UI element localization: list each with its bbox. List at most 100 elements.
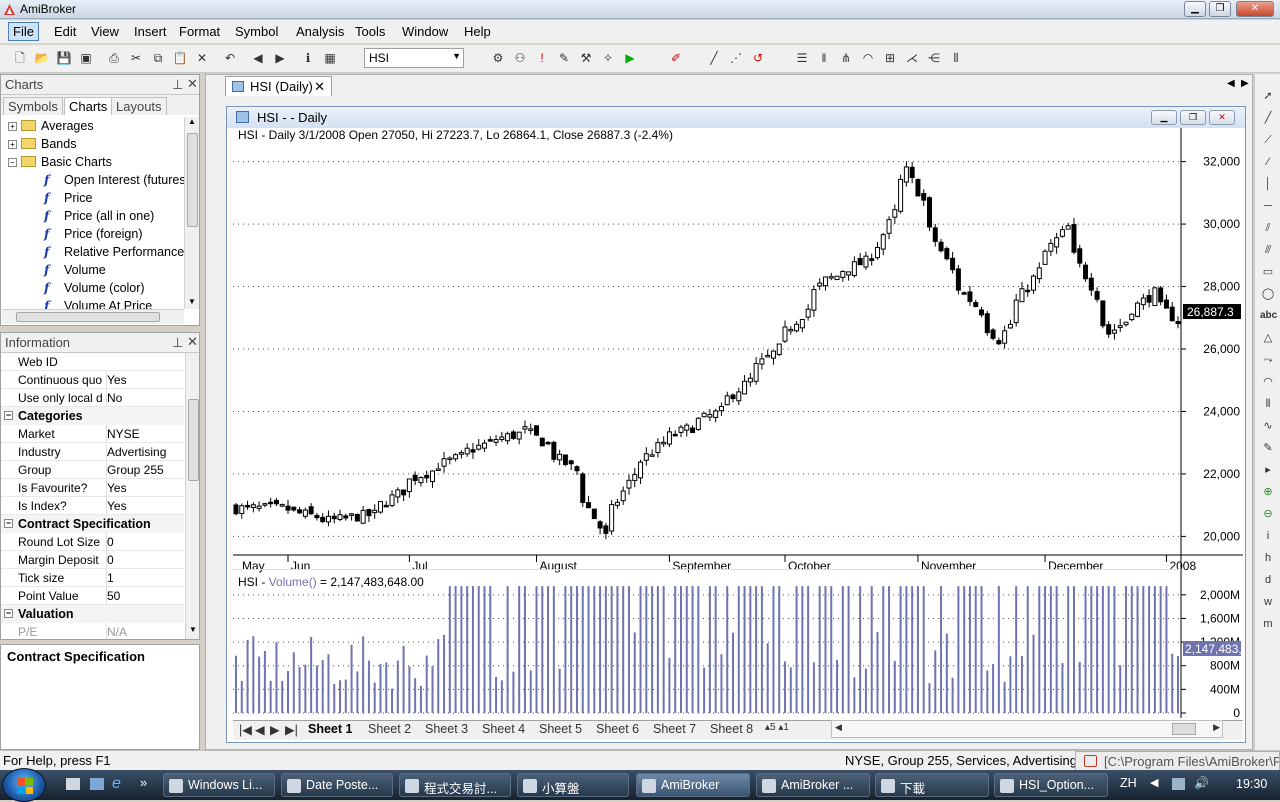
- document-tab[interactable]: HSI (Daily) ✕: [225, 76, 332, 96]
- parallel-lines-icon[interactable]: ⫽: [1260, 220, 1276, 236]
- collapse-icon[interactable]: −: [4, 519, 13, 528]
- property-row[interactable]: Group Group 255: [1, 461, 184, 479]
- sheet-tab[interactable]: Sheet 1: [308, 722, 352, 736]
- tree-scrollbar[interactable]: ▲ ▼: [184, 117, 199, 309]
- tray-expand-icon[interactable]: ◀: [1150, 776, 1158, 789]
- close-pane-icon[interactable]: ✕: [187, 76, 198, 92]
- taskbar-button[interactable]: AmiBroker ...: [756, 773, 870, 797]
- taskbar-button[interactable]: 小算盤: [517, 773, 629, 797]
- grid-icon[interactable]: ⊞: [882, 50, 898, 66]
- horizontal-line-icon[interactable]: ─: [1260, 198, 1276, 214]
- run-icon[interactable]: ▶: [622, 50, 638, 66]
- gann-icon[interactable]: ⋌: [904, 50, 920, 66]
- arc-icon[interactable]: ◠: [860, 50, 876, 66]
- property-row[interactable]: Continuous quo Yes: [1, 371, 184, 389]
- ie-icon[interactable]: e: [112, 775, 121, 793]
- dotted-line-icon[interactable]: ⋰: [728, 50, 744, 66]
- back-icon[interactable]: ◀: [250, 50, 266, 66]
- property-value[interactable]: No: [106, 389, 184, 407]
- tree-item[interactable]: + Bands: [8, 135, 76, 153]
- last-sheet-icon[interactable]: ▶|: [285, 722, 298, 737]
- property-row[interactable]: Margin Deposit 0: [1, 551, 184, 569]
- ellipse-icon[interactable]: ◯: [1260, 286, 1276, 302]
- sheet-more-icon[interactable]: ▴5 ▴1: [765, 722, 789, 733]
- menu-help[interactable]: Help: [464, 24, 491, 39]
- chart-close-button[interactable]: ✕: [1209, 110, 1235, 125]
- property-value[interactable]: 0: [106, 551, 184, 569]
- zigzag-icon[interactable]: ∿: [1260, 418, 1276, 434]
- chart-minimize-button[interactable]: ▁: [1151, 110, 1177, 125]
- close-button[interactable]: ✕: [1236, 1, 1274, 17]
- chart-restore-button[interactable]: ❐: [1180, 110, 1206, 125]
- arrow-icon[interactable]: ⤳: [1260, 352, 1276, 368]
- collapse-icon[interactable]: −: [4, 411, 13, 420]
- taskbar-button[interactable]: HSI_Option...: [994, 773, 1108, 797]
- menu-view[interactable]: View: [91, 24, 119, 39]
- tree-item[interactable]: f Relative Performance: [44, 243, 184, 261]
- new-icon[interactable]: 🗋: [12, 50, 28, 66]
- save-icon[interactable]: 💾: [56, 50, 72, 66]
- undo-icon[interactable]: ↶: [222, 50, 238, 66]
- property-value[interactable]: Yes: [106, 497, 184, 515]
- property-row[interactable]: Industry Advertising: [1, 443, 184, 461]
- taskbar-button[interactable]: AmiBroker: [636, 773, 750, 797]
- tree-item[interactable]: f Volume: [44, 261, 106, 279]
- language-indicator[interactable]: ZH: [1120, 776, 1137, 790]
- show-desktop-icon[interactable]: [66, 778, 80, 790]
- delete-icon[interactable]: ✕: [194, 50, 210, 66]
- pen-icon[interactable]: ✎: [1260, 440, 1276, 456]
- clock[interactable]: 19:30: [1236, 777, 1267, 791]
- line-icon[interactable]: ╱: [1260, 110, 1276, 126]
- property-value[interactable]: NYSE: [106, 425, 184, 443]
- pitchfork-icon[interactable]: ⋲: [926, 50, 942, 66]
- channel-icon[interactable]: ⫻: [1260, 242, 1276, 258]
- menu-symbol[interactable]: Symbol: [235, 24, 278, 39]
- sheet-tab[interactable]: Sheet 2: [368, 722, 411, 736]
- taskbar-button[interactable]: 下載: [875, 773, 989, 797]
- print-icon[interactable]: ⎙: [106, 50, 122, 66]
- info-icon[interactable]: ℹ: [300, 50, 316, 66]
- property-value[interactable]: Yes: [106, 371, 184, 389]
- cursor-icon[interactable]: ➚: [1260, 88, 1276, 104]
- text-icon[interactable]: abc: [1260, 308, 1277, 324]
- scroll-thumb[interactable]: [188, 399, 199, 481]
- paste-icon[interactable]: 📋: [172, 50, 188, 66]
- collapse-icon[interactable]: −: [4, 609, 13, 618]
- info-scrollbar[interactable]: ▼: [185, 353, 199, 639]
- optimize-icon[interactable]: ⚒: [578, 50, 594, 66]
- property-row[interactable]: P/E N/A: [1, 623, 184, 639]
- vertical-lines-icon[interactable]: ‖: [816, 50, 832, 66]
- tree-item[interactable]: f Open Interest (futures: [44, 171, 184, 189]
- tab-scroll-right-icon[interactable]: ▶: [1241, 78, 1249, 89]
- menu-edit[interactable]: Edit: [54, 24, 76, 39]
- hscroll-thumb[interactable]: [16, 312, 160, 322]
- scroll-right-icon[interactable]: ▶: [1213, 722, 1220, 733]
- more-icon[interactable]: ▸: [1260, 462, 1276, 478]
- property-row[interactable]: Point Value 50: [1, 587, 184, 605]
- sheet-tab[interactable]: Sheet 4: [482, 722, 525, 736]
- extended-line-icon[interactable]: ⁄: [1260, 154, 1276, 170]
- tree-item[interactable]: f Volume (color): [44, 279, 145, 297]
- menu-analysis[interactable]: Analysis: [296, 24, 344, 39]
- cut-icon[interactable]: ✂: [128, 50, 144, 66]
- menu-file[interactable]: File: [8, 22, 39, 41]
- weekly-icon[interactable]: w: [1260, 594, 1276, 610]
- property-row[interactable]: Use only local d No: [1, 389, 184, 407]
- scroll-down-icon[interactable]: ▼: [189, 625, 197, 634]
- taskbar-button[interactable]: Date Poste...: [281, 773, 393, 797]
- formula-editor-icon[interactable]: ✎: [556, 50, 572, 66]
- scan-icon[interactable]: ⚇: [512, 50, 528, 66]
- wand-icon[interactable]: ✧: [600, 50, 616, 66]
- maximize-button[interactable]: ❐: [1209, 1, 1231, 17]
- property-category[interactable]: − Contract Specification: [1, 515, 184, 533]
- sheet-tab[interactable]: Sheet 8: [710, 722, 753, 736]
- sheet-tab[interactable]: Sheet 5: [539, 722, 582, 736]
- pin-icon[interactable]: ⊥: [172, 335, 183, 351]
- menu-window[interactable]: Window: [402, 24, 448, 39]
- tab-scroll-left-icon[interactable]: ◀: [1227, 78, 1235, 89]
- cycles-icon[interactable]: ⦀: [948, 50, 964, 66]
- taskbar-button[interactable]: 程式交易討...: [399, 773, 511, 797]
- quote-editor-icon[interactable]: ▦: [322, 50, 338, 66]
- taskbar-button[interactable]: Windows Li...: [163, 773, 275, 797]
- collapse-icon[interactable]: −: [8, 158, 17, 167]
